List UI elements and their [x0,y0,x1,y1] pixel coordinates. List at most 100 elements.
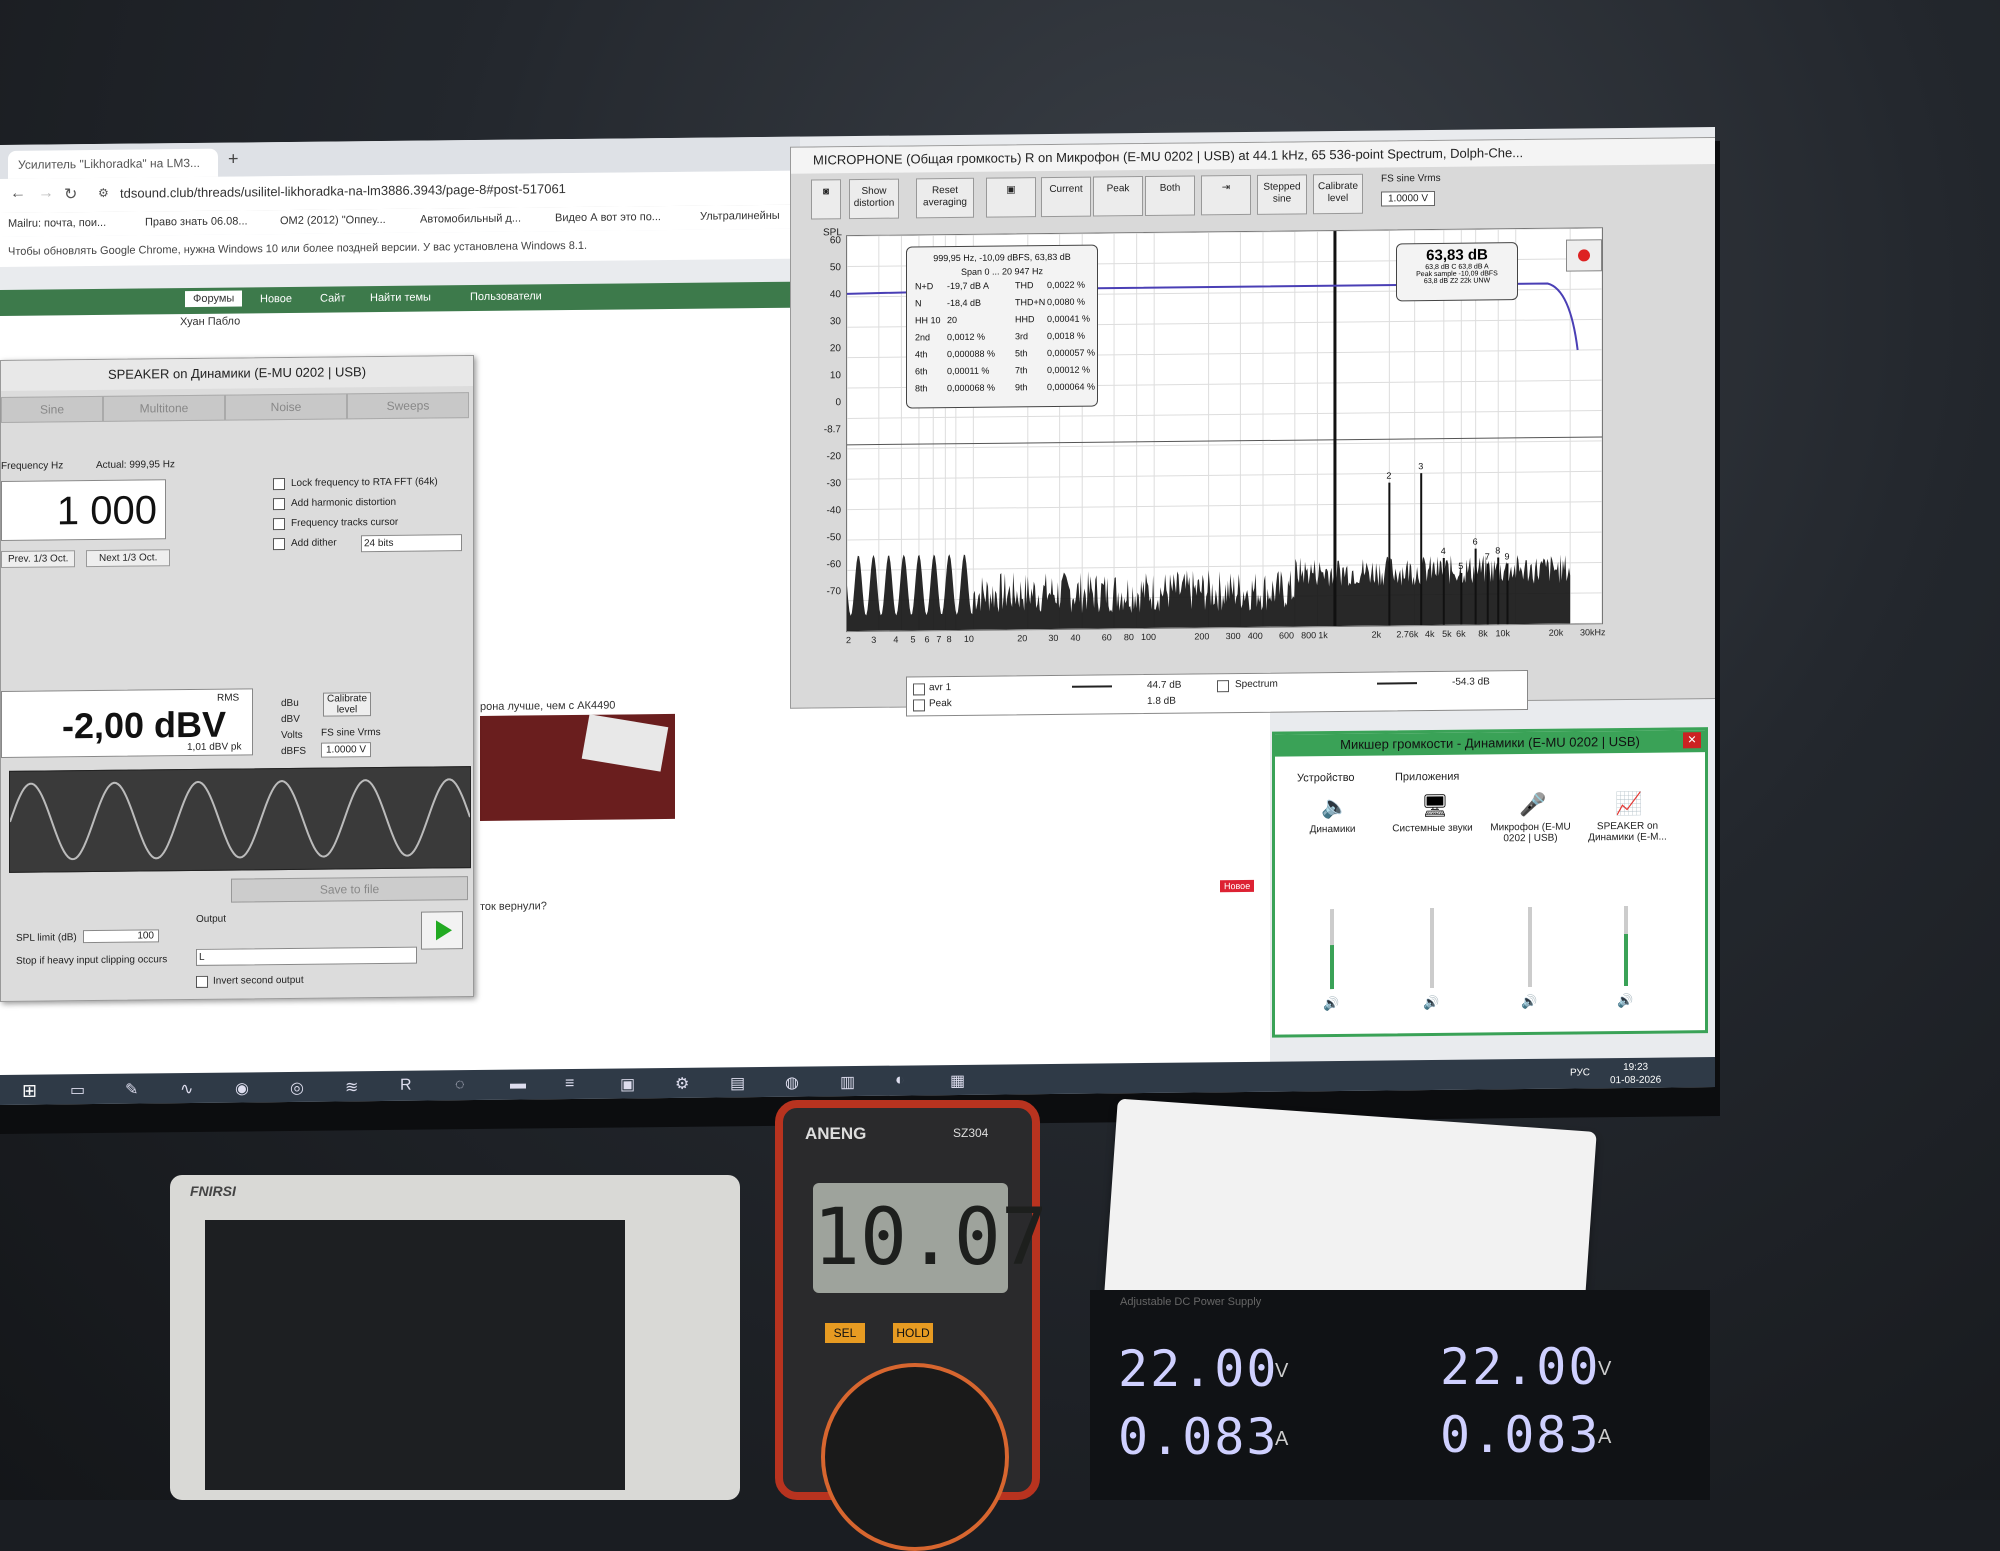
bookmark-item[interactable]: Ультралинейны [700,210,780,223]
y-tick-label: 20 [830,343,841,354]
taskbar-app-icon[interactable]: ▤ [730,1073,745,1093]
taskbar-app-icon[interactable]: ◌ [455,1076,465,1094]
taskbar-app-icon[interactable]: R [400,1077,412,1095]
legend-value: -54.3 dB [1452,676,1490,687]
taskbar-app-icon[interactable]: ▣ [620,1074,635,1094]
prev-octave-button[interactable]: Prev. 1/3 Oct. [1,550,75,568]
frequency-tracks-checkbox[interactable] [273,518,285,530]
nav-forums[interactable]: Форумы [185,290,242,307]
legend-checkbox[interactable] [1217,680,1229,692]
start-icon[interactable]: ⊞ [22,1081,37,1102]
peak-button[interactable]: Peak [1093,176,1143,217]
nav-site[interactable]: Сайт [320,292,345,304]
bookmark-item[interactable]: Право знать 06.08... [145,215,248,228]
lock-frequency-checkbox[interactable] [273,478,285,490]
rotary-dial[interactable] [821,1363,1009,1551]
taskbar-app-icon[interactable]: ≡ [565,1075,574,1093]
taskbar-app-icon[interactable]: ◎ [290,1078,304,1098]
info-cell: N [915,298,922,308]
post-author[interactable]: Хуан Пабло [180,315,240,328]
taskbar-app-icon[interactable]: ▥ [840,1072,855,1092]
site-info-icon[interactable]: ⚙ [98,186,109,200]
tab-noise[interactable]: Noise [225,393,347,420]
new-tab-icon[interactable]: + [228,149,239,170]
mute-icon[interactable]: 🔊 [1423,995,1439,1011]
forward-icon[interactable]: → [38,184,54,202]
save-to-file-button[interactable]: Save to file [231,876,468,902]
mute-icon[interactable]: 🔊 [1323,996,1339,1012]
input-language[interactable]: РУС [1570,1067,1590,1078]
nav-users[interactable]: Пользователи [470,290,542,303]
taskbar-clock[interactable]: 19:23 01-08-2026 [1610,1061,1661,1088]
post-image[interactable] [480,714,675,821]
nav-find-threads[interactable]: Найти темы [370,291,431,304]
taskbar-app-icon[interactable]: ▭ [70,1080,85,1100]
fs-sine-input[interactable]: 1.0000 V [321,742,371,758]
volume-slider[interactable] [1528,907,1532,987]
sel-button[interactable]: SEL [825,1323,865,1343]
taskbar-app-icon[interactable]: ◐ [895,1072,905,1090]
unit-dbfs[interactable]: dBFS [281,746,306,757]
bookmark-item[interactable]: Автомобильный д... [420,213,521,226]
output-channel-select[interactable]: L [196,947,417,966]
taskbar-app-icon[interactable]: ≋ [345,1077,358,1097]
mixer-channel-speakers: Динамики [1285,824,1380,836]
volume-slider[interactable] [1330,909,1334,989]
legend-checkbox[interactable] [913,699,925,711]
dither-bits-select[interactable]: 24 bits [361,534,462,552]
harmonic-distortion-checkbox[interactable] [273,498,285,510]
export-icon[interactable]: ⇥ [1201,175,1251,216]
play-button[interactable] [421,911,463,949]
level-input[interactable]: -2,00 dBV RMS 1,01 dBV pk [1,688,253,758]
close-icon[interactable]: ✕ [1683,732,1701,748]
url-text[interactable]: tdsound.club/threads/usilitel-likhoradka… [120,181,566,201]
bookmark-item[interactable]: OM2 (2012) "Оппеу... [280,214,386,227]
record-icon[interactable] [1566,239,1602,271]
add-dither-checkbox[interactable] [273,538,285,550]
taskbar-app-icon[interactable]: ▦ [950,1071,965,1091]
mute-icon[interactable]: 🔊 [1617,993,1633,1009]
unit-volts[interactable]: Volts [281,730,303,741]
x-tick-label: 40 [1071,633,1081,643]
volume-slider[interactable] [1430,908,1434,988]
volume-slider[interactable] [1624,906,1628,986]
fs-sine-input[interactable]: 1.0000 V [1381,191,1435,207]
taskbar-app-icon[interactable]: ◍ [785,1073,799,1093]
unit-dbv[interactable]: dBV [281,714,300,725]
tab-multitone[interactable]: Multitone [103,395,225,422]
invert-output-checkbox[interactable] [196,976,208,988]
calibrate-level-button[interactable]: Calibrate level [1313,174,1363,215]
reset-averaging-button[interactable]: Reset averaging [916,178,974,219]
spl-limit-input[interactable]: 100 [83,929,159,943]
tab-sine[interactable]: Sine [1,396,103,423]
taskbar-app-icon[interactable]: ✎ [125,1080,138,1100]
show-distortion-button[interactable]: Show distortion [849,179,899,220]
browser-tab[interactable]: Усилитель "Likhoradka" на LM3... [8,149,218,179]
reload-icon[interactable]: ↻ [64,184,77,204]
current-button[interactable]: Current [1041,177,1091,218]
both-button[interactable]: Both [1145,175,1195,216]
tab-sweeps[interactable]: Sweeps [347,392,469,419]
calibrate-level-button[interactable]: Calibrate level [323,692,371,717]
hold-button[interactable]: HOLD [893,1323,933,1343]
legend-checkbox[interactable] [913,683,925,695]
stepped-sine-button[interactable]: Stepped sine [1257,174,1307,215]
bookmark-item[interactable]: Мailru: почта, пои... [8,217,106,230]
save-icon[interactable]: ▣ [986,177,1036,218]
device-label: Устройство [1297,772,1355,785]
taskbar-app-icon[interactable]: ◉ [235,1078,249,1098]
waveform-preview [9,766,471,873]
taskbar-app-icon[interactable]: ∿ [180,1079,193,1099]
bookmark-item[interactable]: Видео А вот это по... [555,211,661,224]
nav-new[interactable]: Новое [260,293,292,305]
taskbar-app-icon[interactable]: ⚙ [675,1074,689,1094]
back-icon[interactable]: ← [10,185,26,203]
volume-slider-fill [1624,934,1628,986]
camera-icon[interactable]: ◙ [811,179,841,219]
unit-dbu[interactable]: dBu [281,698,299,709]
taskbar-app-icon[interactable]: ▬ [510,1075,526,1093]
mute-icon[interactable]: 🔊 [1521,994,1537,1010]
waveform-svg [10,767,470,872]
frequency-input[interactable]: 1 000 [1,479,166,541]
next-octave-button[interactable]: Next 1/3 Oct. [86,549,170,567]
